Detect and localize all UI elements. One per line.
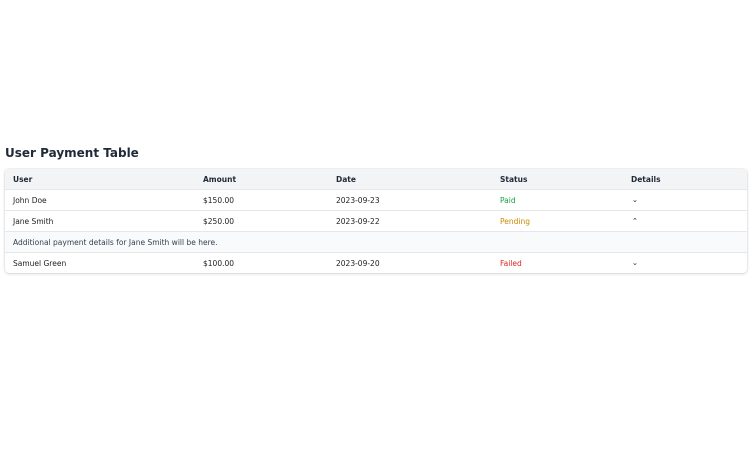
details-cell: ⌃ — [631, 216, 747, 226]
payment-date: 2023-09-23 — [336, 195, 380, 205]
expanded-details-row: Additional payment details for Jane Smit… — [5, 232, 747, 253]
details-cell: ⌄ — [631, 258, 747, 268]
payment-date: 2023-09-22 — [336, 216, 380, 226]
column-header-details: Details — [631, 174, 661, 184]
status-badge: Failed — [500, 258, 522, 268]
column-header-date: Date — [336, 174, 356, 184]
table-header: User Amount Date Status Details — [5, 169, 747, 190]
chevron-down-icon[interactable]: ⌄ — [631, 258, 639, 268]
details-cell: ⌄ — [631, 195, 747, 205]
payment-amount: $150.00 — [203, 195, 235, 205]
user-name: Samuel Green — [13, 258, 67, 268]
table-row: Samuel Green $100.00 2023-09-20 Failed ⌄ — [5, 253, 747, 273]
column-header-user: User — [13, 174, 33, 184]
table-row: Jane Smith $250.00 2023-09-22 Pending ⌃ — [5, 211, 747, 232]
chevron-up-icon[interactable]: ⌃ — [631, 216, 639, 226]
status-badge: Paid — [500, 195, 516, 205]
status-badge: Pending — [500, 216, 530, 226]
user-name: John Doe — [13, 195, 47, 205]
table-row: John Doe $150.00 2023-09-23 Paid ⌄ — [5, 190, 747, 211]
payment-section: User Payment Table User Amount Date Stat… — [5, 145, 747, 273]
page-title: User Payment Table — [5, 146, 139, 160]
chevron-down-icon[interactable]: ⌄ — [631, 195, 639, 205]
column-header-status: Status — [500, 174, 528, 184]
expanded-details-text: Additional payment details for Jane Smit… — [13, 237, 218, 247]
payment-amount: $100.00 — [203, 258, 235, 268]
payment-table: User Amount Date Status Details John Doe… — [5, 169, 747, 273]
payment-date: 2023-09-20 — [336, 258, 380, 268]
payment-amount: $250.00 — [203, 216, 235, 226]
user-name: Jane Smith — [13, 216, 54, 226]
column-header-amount: Amount — [203, 174, 237, 184]
